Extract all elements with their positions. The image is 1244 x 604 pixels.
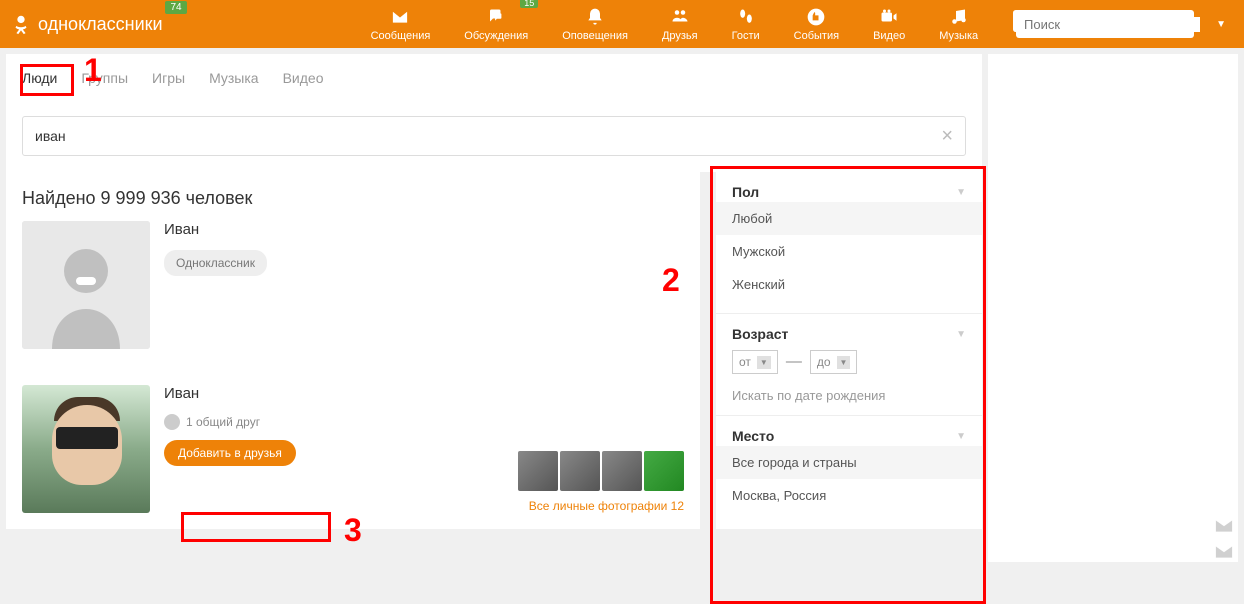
footsteps-icon [734,6,758,28]
result-tag[interactable]: Одноклассник [164,250,267,276]
tab-people[interactable]: Люди [22,70,57,100]
clear-search-icon[interactable]: × [941,125,953,148]
annotation-number-3: 3 [344,512,362,549]
filters-panel: Пол ▼ Любой Мужской Женский Возраст ▼ [716,172,982,529]
nav-label: Обсуждения [464,30,528,42]
nav-label: Оповещения [562,30,628,42]
chat-icon [484,6,508,28]
all-photos-link[interactable]: Все личные фотографии 12 [529,499,684,513]
age-to-select[interactable]: до▼ [810,350,858,374]
filter-gender-option[interactable]: Любой [716,202,982,235]
search-tabs-card: Люди Группы Игры Музыка Видео [6,54,982,100]
nav-music[interactable]: Музыка [931,2,986,46]
chevron-down-icon: ▼ [956,431,966,442]
mail-icon [388,6,412,28]
tab-video[interactable]: Видео [283,70,324,100]
filter-location-option[interactable]: Москва, Россия [716,479,982,512]
nav-label: Видео [873,30,905,42]
filter-gender-header[interactable]: Пол ▼ [732,184,966,200]
age-separator: — [786,353,802,371]
search-bar[interactable]: × [22,116,966,156]
caret-down-icon: ▼ [757,356,771,369]
photo-thumb[interactable] [518,451,558,491]
nav-label: Друзья [662,30,698,42]
tab-games[interactable]: Игры [152,70,185,100]
notification-badge[interactable]: 74 [165,1,186,14]
nav-guests[interactable]: Гости [724,2,768,46]
site-name: одноклассники [38,14,163,35]
photo-thumb[interactable] [602,451,642,491]
main-nav: Сообщения Обсуждения 15 Оповещения Друзь… [363,2,1045,46]
filter-location-header[interactable]: Место ▼ [732,428,966,444]
results-count: Найдено 9 999 936 человек [22,188,684,209]
tab-music[interactable]: Музыка [209,70,259,100]
nav-badge: 15 [520,0,538,8]
top-navigation-bar: одноклассники 74 Сообщения Обсуждения 15… [0,0,1244,48]
header-search[interactable] [1016,10,1194,38]
filter-gender-option[interactable]: Женский [716,268,982,301]
search-tabs: Люди Группы Игры Музыка Видео [22,70,966,100]
nav-label: Сообщения [371,30,431,42]
avatar-placeholder[interactable] [22,221,150,349]
video-icon [877,6,901,28]
music-icon [947,6,971,28]
filter-location-option[interactable]: Все города и страны [716,446,982,479]
right-sidebar [988,54,1238,562]
annotation-number-1: 1 [84,52,102,89]
nav-messages[interactable]: Сообщения [363,2,439,46]
friends-icon [668,6,692,28]
nav-friends[interactable]: Друзья [654,2,706,46]
nav-label: Музыка [939,30,978,42]
thumbs-up-icon [804,6,828,28]
photo-thumbnails [518,451,684,491]
filter-title: Возраст [732,326,788,342]
filter-age: Возраст ▼ от▼ — до▼ Искать по дате рожде… [716,314,982,416]
search-input[interactable] [1024,17,1200,32]
caret-down-icon: ▼ [837,356,851,369]
chevron-down-icon: ▼ [956,329,966,340]
filter-title: Пол [732,184,759,200]
photo-thumb[interactable] [644,451,684,491]
result-item: Иван 1 общий друг Добавить в друзья [22,385,684,513]
nav-label: События [794,30,839,42]
user-menu-caret-icon[interactable]: ▼ [1216,19,1226,30]
nav-video[interactable]: Видео [865,2,913,46]
avatar-photo[interactable] [22,385,150,513]
mutual-text: 1 общий друг [186,415,260,429]
add-friend-button[interactable]: Добавить в друзья [164,440,296,466]
search-by-birthdate-link[interactable]: Искать по дате рождения [732,388,966,403]
nav-label: Гости [732,30,760,42]
chevron-down-icon: ▼ [956,187,966,198]
filter-gender: Пол ▼ Любой Мужской Женский [716,172,982,314]
filter-title: Место [732,428,774,444]
search-results: Найдено 9 999 936 человек Иван Однокласс… [6,172,700,529]
floating-message-icons [1214,518,1234,560]
result-item: Иван Одноклассник [22,221,684,367]
filter-age-header[interactable]: Возраст ▼ [732,326,966,342]
filter-gender-option[interactable]: Мужской [716,235,982,268]
nav-notifications[interactable]: Оповещения [554,2,636,46]
envelope-icon[interactable] [1214,518,1234,534]
nav-events[interactable]: События [786,2,847,46]
bell-icon [583,6,607,28]
result-name[interactable]: Иван [164,385,504,402]
person-icon [22,221,150,349]
result-name[interactable]: Иван [164,221,684,238]
filter-location: Место ▼ Все города и страны Москва, Росс… [716,416,982,524]
people-search-input[interactable] [35,128,941,144]
annotation-number-2: 2 [662,262,680,299]
age-from-select[interactable]: от▼ [732,350,778,374]
photo-thumb[interactable] [560,451,600,491]
envelope-icon[interactable] [1214,544,1234,560]
nav-discussions[interactable]: Обсуждения 15 [456,2,536,46]
mutual-friend-avatar-icon [164,414,180,430]
logo[interactable]: одноклассники 74 [10,13,163,35]
mutual-friends[interactable]: 1 общий друг [164,414,504,430]
ok-logo-icon [10,13,32,35]
search-bar-card: × [6,100,982,172]
